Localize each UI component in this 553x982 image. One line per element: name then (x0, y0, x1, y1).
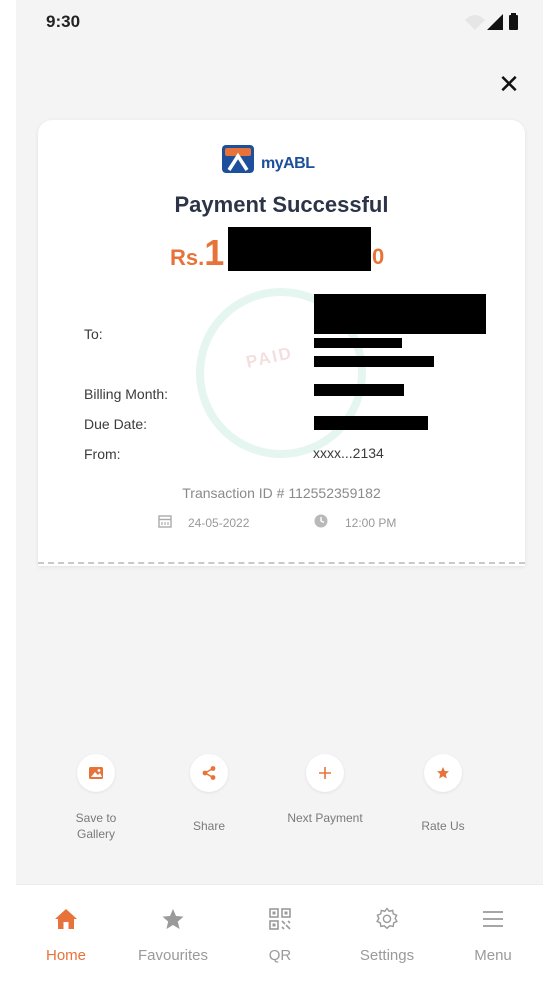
transaction-time: 12:00 PM (345, 516, 397, 530)
save-to-gallery-circle (77, 754, 115, 792)
transaction-date: 24-05-2022 (188, 516, 250, 530)
rate-us-button[interactable]: Rate Us (403, 748, 483, 848)
status-time: 9:30 (46, 12, 81, 31)
redacted-recipient-line3 (314, 356, 434, 367)
status-bar: 9:30 (16, 0, 543, 46)
tab-settings[interactable]: Settings (337, 903, 437, 973)
signal-battery-icon (465, 13, 518, 30)
tab-menu-label: Menu (474, 947, 512, 964)
receipt-torn-edge (38, 562, 525, 568)
qr-icon (269, 908, 291, 930)
tab-qr-label: QR (268, 947, 292, 964)
tab-qr[interactable]: QR (230, 903, 330, 973)
tab-settings-label: Settings (359, 947, 415, 964)
redacted-amount (228, 227, 371, 271)
share-button[interactable]: Share (169, 748, 249, 848)
share-circle (190, 754, 228, 792)
image-icon (89, 767, 103, 779)
tab-favourites[interactable]: Favourites (123, 903, 223, 973)
field-value-from: xxxx...2134 (313, 445, 384, 461)
amount-currency: Rs. (170, 245, 205, 270)
rate-us-circle (424, 754, 462, 792)
redacted-due-date (314, 416, 428, 430)
calendar-icon (158, 515, 172, 528)
amount-last-digit: 0 (372, 244, 385, 269)
next-payment-button[interactable]: Next Payment (285, 748, 365, 848)
star-icon (162, 909, 184, 929)
home-icon (55, 909, 77, 929)
myabl-logo-icon (222, 145, 254, 173)
tab-menu[interactable]: Menu (443, 903, 543, 973)
tab-home-label: Home (45, 947, 86, 964)
field-label-due-date: Due Date: (84, 416, 148, 432)
menu-icon (483, 911, 503, 927)
myabl-logo: myABL (221, 142, 351, 178)
amount-prefix: Rs.1 (170, 232, 224, 274)
save-to-gallery-button[interactable]: Save to Gallery (56, 748, 136, 848)
receipt-actions: Save to Gallery Share Next Payment Rate … (16, 748, 543, 848)
logo-brand: ABL (283, 155, 315, 172)
plus-icon (319, 767, 331, 779)
save-to-gallery-label: Save to Gallery (75, 811, 117, 841)
rate-us-label: Rate Us (421, 819, 465, 833)
logo-text: myABL (261, 148, 315, 174)
redacted-billing-month (314, 384, 404, 396)
payment-receipt-card: myABL Payment Successful Rs.1 0 PAID To:… (38, 120, 525, 566)
redacted-recipient (314, 294, 486, 334)
field-label-to: To: (84, 326, 103, 342)
field-label-billing-month: Billing Month: (84, 386, 169, 402)
tab-favourites-label: Favourites (137, 947, 209, 964)
redacted-recipient-line2 (314, 338, 402, 348)
logo-prefix: my (261, 155, 284, 172)
clock-icon (314, 514, 328, 528)
share-label: Share (192, 819, 226, 833)
amount-first-digit: 1 (204, 232, 225, 273)
bottom-tab-bar: Home Favourites QR Settings Menu (16, 884, 543, 982)
app-screen: 9:30 ✕ myABL Payment Successful Rs.1 0 P… (16, 0, 543, 982)
next-payment-label: Next Payment (287, 811, 363, 825)
field-label-from: From: (84, 446, 121, 462)
tab-home[interactable]: Home (16, 903, 116, 973)
gear-icon (376, 907, 398, 930)
next-payment-circle (306, 754, 344, 792)
close-button[interactable]: ✕ (495, 70, 523, 98)
star-icon (437, 767, 449, 779)
transaction-id: Transaction ID # 112552359182 (182, 485, 381, 501)
payment-title: Payment Successful (174, 192, 389, 217)
share-icon (202, 766, 216, 780)
